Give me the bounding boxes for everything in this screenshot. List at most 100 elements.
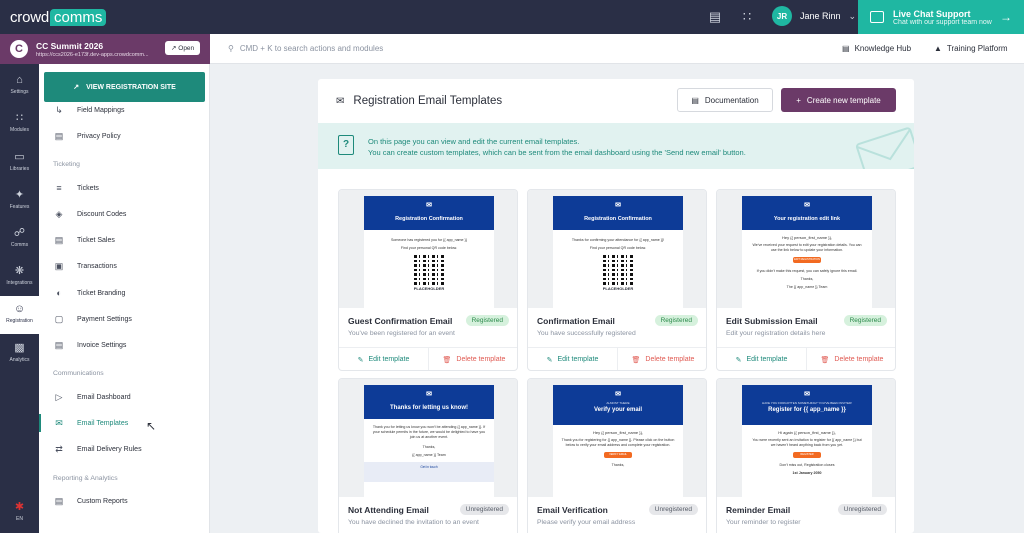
preview-line: You were recently sent an invitation to … xyxy=(752,438,862,447)
rail-label: Integrations xyxy=(6,280,33,286)
knowledge-hub-link[interactable]: ▤ Knowledge Hub xyxy=(842,44,911,53)
email-header: ✉ Registration Confirmation xyxy=(553,196,683,230)
rail-item-registration[interactable]: ☺ Registration xyxy=(0,296,39,334)
event-switcher[interactable]: C CC Summit 2026 https://ccs2026-e173f.d… xyxy=(0,34,210,64)
preview-title: Verify your email xyxy=(593,407,643,413)
logo-pill: comms xyxy=(50,8,107,26)
rail-label: Features xyxy=(9,204,30,210)
sidebar-item-email-delivery-rules[interactable]: ⇄ Email Delivery Rules xyxy=(39,440,210,458)
pencil-icon: ✎ xyxy=(735,356,742,364)
email-header: ✉ Thanks for letting us know! xyxy=(364,385,494,419)
documentation-button[interactable]: ▤ Documentation xyxy=(677,88,773,112)
card-actions: ✎ Edit template 🗑 Delete template xyxy=(717,347,895,370)
sidebar: ↗ VIEW REGISTRATION SITE ↳ Field Mappings … xyxy=(39,64,210,533)
delete-label: Delete template xyxy=(645,356,695,363)
preview-title: Register for {{ app_name }} xyxy=(768,407,846,413)
sidebar-item-label: Field Mappings xyxy=(77,106,125,114)
create-template-button[interactable]: + Create new template xyxy=(781,88,896,112)
chat-icon xyxy=(870,11,884,23)
preview-button: REGISTER xyxy=(793,452,821,458)
avatar: JR xyxy=(772,6,792,26)
rail-item-modules[interactable]: ∷ Modules xyxy=(0,112,39,133)
email-header: ✉ HAVE YOU FORGOTTEN SOMETHING? YOU'VE BE… xyxy=(742,385,872,425)
rail-item-comms[interactable]: ☍ Comms xyxy=(0,227,39,248)
sidebar-item-tickets[interactable]: ≡ Tickets xyxy=(39,179,210,197)
logo-text: crowd xyxy=(10,8,50,26)
page-title: Registration Email Templates xyxy=(353,95,503,107)
sidebar-item-privacy-policy[interactable]: ▤ Privacy Policy xyxy=(39,127,210,145)
sidebar-item-custom-reports[interactable]: ▤ Custom Reports xyxy=(39,492,210,510)
sidebar-item-field-mappings[interactable]: ↳ Field Mappings xyxy=(39,101,210,119)
sidebar-item-label: Ticket Sales xyxy=(77,236,115,244)
live-chat-button[interactable]: Live Chat Support Chat with our support … xyxy=(858,0,1024,34)
sidebar-item-label: Email Dashboard xyxy=(77,393,131,401)
sidebar-item-email-dashboard[interactable]: ▷ Email Dashboard xyxy=(39,388,210,406)
crowdcomms-logo[interactable]: crowd comms xyxy=(10,8,107,26)
template-card-not-attending[interactable]: ✉ Thanks for letting us know! Thank you f… xyxy=(338,378,518,533)
rail-item-integrations[interactable]: ❋ Integrations xyxy=(0,265,39,286)
sidebar-item-label: Privacy Policy xyxy=(77,132,121,140)
preview-line: We've received your request to edit your… xyxy=(752,243,862,252)
sidebar-item-ticket-sales[interactable]: ▤ Ticket Sales xyxy=(39,231,210,249)
edit-template-button[interactable]: ✎ Edit template xyxy=(339,348,429,370)
apps-grid-icon[interactable]: ∷ xyxy=(740,10,754,24)
sidebar-item-label: Discount Codes xyxy=(77,210,127,218)
delete-template-button[interactable]: 🗑 Delete template xyxy=(429,348,517,370)
edit-template-button[interactable]: ✎ Edit template xyxy=(528,348,618,370)
open-event-button[interactable]: ↗ Open xyxy=(165,41,201,55)
analytics-icon: ▩ xyxy=(14,342,25,354)
template-description: Edit your registration details here xyxy=(726,330,826,337)
sidebar-item-payment-settings[interactable]: ▢ Payment Settings xyxy=(39,310,210,328)
view-registration-site-button[interactable]: ↗ VIEW REGISTRATION SITE xyxy=(44,72,205,102)
edit-template-button[interactable]: ✎ Edit template xyxy=(717,348,807,370)
preview-line: Thanks, xyxy=(611,463,625,467)
view-site-label: VIEW REGISTRATION SITE xyxy=(86,83,176,91)
template-card-guest-confirmation[interactable]: ✉ Registration Confirmation Someone has r… xyxy=(338,189,518,371)
template-card-edit-submission[interactable]: ✉ Your registration edit link Hey {{ pers… xyxy=(716,189,896,371)
search-input[interactable]: ⚲ CMD + K to search actions and modules xyxy=(228,44,383,53)
delete-template-button[interactable]: 🗑 Delete template xyxy=(807,348,895,370)
qr-label: PLACEHOLDER xyxy=(602,286,634,291)
training-platform-link[interactable]: ▲ Training Platform xyxy=(934,44,1008,53)
pencil-icon: ✎ xyxy=(546,356,553,364)
top-bar: crowd comms ▤ ∷ JR Jane Rinn ⌄ Live Chat … xyxy=(0,0,1024,34)
briefcase-icon[interactable]: ▤ xyxy=(708,10,722,24)
rail-item-libraries[interactable]: ▭ Libraries xyxy=(0,151,39,172)
registration-icon: ☺ xyxy=(13,303,26,315)
list-icon: ≡ xyxy=(56,183,62,193)
preview-footer: Get in touch xyxy=(364,462,494,482)
email-preview-body: ✉ Thanks for letting us know! Thank you f… xyxy=(364,385,494,497)
rail-item-features[interactable]: ✦ Features xyxy=(0,189,39,210)
rail-item-analytics[interactable]: ▩ Analytics xyxy=(0,342,39,363)
create-template-label: Create new template xyxy=(806,95,881,105)
sidebar-item-email-templates[interactable]: ✉ Email Templates xyxy=(39,414,210,432)
puzzle-icon: ❋ xyxy=(14,265,25,277)
sidebar-item-discount-codes[interactable]: ◈ Discount Codes xyxy=(39,205,210,223)
payment-icon: ▢ xyxy=(54,313,64,324)
rail-item-settings[interactable]: ⌂ Settings xyxy=(0,74,39,95)
section-heading-reporting: Reporting & Analytics xyxy=(53,475,118,482)
qr-code-icon xyxy=(603,255,633,285)
template-card-confirmation[interactable]: ✉ Registration Confirmation Thanks for co… xyxy=(527,189,707,371)
info-banner: ? On this page you can view and edit the… xyxy=(318,123,914,169)
sidebar-item-invoice-settings[interactable]: ▤ Invoice Settings xyxy=(39,336,210,354)
sidebar-item-transactions[interactable]: ▣ Transactions xyxy=(39,257,210,275)
sidebar-item-label: Payment Settings xyxy=(77,315,132,323)
template-card-reminder[interactable]: ✉ HAVE YOU FORGOTTEN SOMETHING? YOU'VE BE… xyxy=(716,378,896,533)
sidebar-item-label: Email Delivery Rules xyxy=(77,445,142,453)
preview-title: Registration Confirmation xyxy=(584,216,652,222)
user-menu[interactable]: JR Jane Rinn ⌄ xyxy=(772,6,856,26)
arrow-right-icon: → xyxy=(1000,10,1012,24)
preview-line: If you didn't make this request, you can… xyxy=(756,269,858,273)
template-card-email-verification[interactable]: ✉ ALMOST THERE Verify your email Hey {{ pe… xyxy=(527,378,707,533)
grid-icon: ∷ xyxy=(16,112,23,124)
invoice-icon: ▤ xyxy=(54,339,64,350)
language-switcher[interactable]: ✱ EN xyxy=(0,501,39,522)
template-name: Edit Submission Email xyxy=(726,316,818,326)
external-link-icon: ↗ xyxy=(73,84,80,91)
email-preview: ✉ ALMOST THERE Verify your email Hey {{ pe… xyxy=(528,379,706,497)
sidebar-item-ticket-branding[interactable]: ◐ Ticket Branding xyxy=(39,284,210,302)
delete-template-button[interactable]: 🗑 Delete template xyxy=(618,348,706,370)
email-preview: ✉ Thanks for letting us know! Thank you f… xyxy=(339,379,517,497)
section-heading-ticketing: Ticketing xyxy=(53,161,80,168)
